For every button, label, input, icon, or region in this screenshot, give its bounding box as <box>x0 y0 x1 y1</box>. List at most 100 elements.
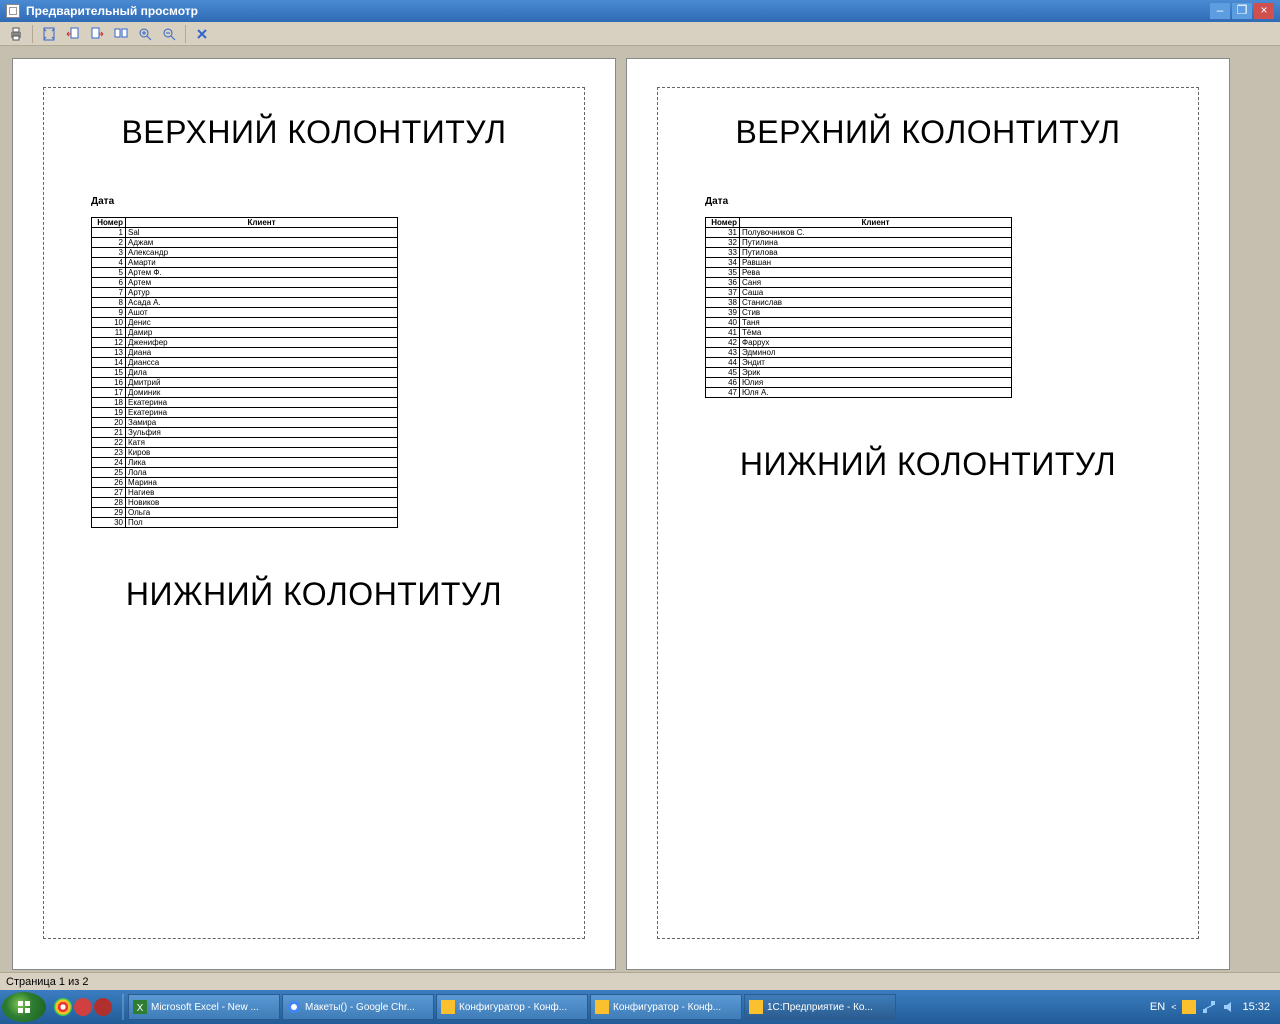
cell-num: 46 <box>706 378 740 388</box>
cell-client: Замира <box>126 418 398 428</box>
clock[interactable]: 15:32 <box>1242 1001 1270 1013</box>
table-row: 18Екатерина <box>92 398 398 408</box>
preview-page-1: ВЕРХНИЙ КОЛОНТИТУЛ Дата Номер Клиент 1Sa… <box>12 58 616 970</box>
close-button[interactable]: × <box>1254 3 1274 19</box>
table-row: 28Новиков <box>92 498 398 508</box>
preview-page-2: ВЕРХНИЙ КОЛОНТИТУЛ Дата Номер Клиент 31П… <box>626 58 1230 970</box>
status-text: Страница 1 из 2 <box>6 976 88 988</box>
cell-client: Амарти <box>126 258 398 268</box>
cell-num: 2 <box>92 238 126 248</box>
taskbar-item[interactable]: X Microsoft Excel - New ... <box>128 994 280 1020</box>
cell-num: 27 <box>92 488 126 498</box>
start-button[interactable] <box>2 992 46 1022</box>
cell-client: Полувочников С. <box>740 228 1012 238</box>
minimize-button[interactable]: – <box>1210 3 1230 19</box>
cell-num: 8 <box>92 298 126 308</box>
table-row: 47Юля А. <box>706 388 1012 398</box>
cell-num: 6 <box>92 278 126 288</box>
cell-client: Стив <box>740 308 1012 318</box>
cell-client: Дамир <box>126 328 398 338</box>
cell-num: 15 <box>92 368 126 378</box>
taskbar-item-label: Microsoft Excel - New ... <box>151 1002 259 1013</box>
data-table-1: Номер Клиент 1Sal2Аджам3Александр4Амарти… <box>91 217 398 528</box>
cell-client: Пол <box>126 518 398 528</box>
table-row: 10Денис <box>92 318 398 328</box>
table-row: 11Дамир <box>92 328 398 338</box>
cell-client: Эрик <box>740 368 1012 378</box>
cell-client: Артем Ф. <box>126 268 398 278</box>
table-row: 33Путилова <box>706 248 1012 258</box>
cell-num: 9 <box>92 308 126 318</box>
preview-area[interactable]: ВЕРХНИЙ КОЛОНТИТУЛ Дата Номер Клиент 1Sa… <box>0 46 1280 972</box>
col-header-num: Номер <box>706 218 740 228</box>
table-row: 14Диансса <box>92 358 398 368</box>
table-row: 17Доминик <box>92 388 398 398</box>
table-row: 21Зульфия <box>92 428 398 438</box>
taskbar-item[interactable]: Макеты() - Google Chr... <box>282 994 434 1020</box>
quicklaunch-app-icon[interactable] <box>74 998 92 1016</box>
table-row: 1Sal <box>92 228 398 238</box>
prev-page-button[interactable] <box>63 24 83 44</box>
quicklaunch-opera-icon[interactable] <box>94 998 112 1016</box>
cell-client: Лола <box>126 468 398 478</box>
cell-num: 44 <box>706 358 740 368</box>
col-header-client: Клиент <box>126 218 398 228</box>
system-tray: EN < 15:32 <box>1142 1000 1278 1014</box>
cell-num: 31 <box>706 228 740 238</box>
tray-volume-icon[interactable] <box>1222 1000 1236 1014</box>
excel-icon: X <box>133 1000 147 1014</box>
cell-num: 22 <box>92 438 126 448</box>
col-header-num: Номер <box>92 218 126 228</box>
tray-chevron-icon[interactable]: < <box>1171 1002 1176 1012</box>
1c-icon <box>595 1000 609 1014</box>
table-row: 8Асада А. <box>92 298 398 308</box>
zoom-in-button[interactable] <box>135 24 155 44</box>
cell-num: 5 <box>92 268 126 278</box>
table-row: 45Эрик <box>706 368 1012 378</box>
cell-num: 17 <box>92 388 126 398</box>
table-row: 20Замира <box>92 418 398 428</box>
cell-num: 28 <box>92 498 126 508</box>
taskbar-item[interactable]: Конфигуратор - Конф... <box>590 994 742 1020</box>
restore-button[interactable]: ❐ <box>1232 3 1252 19</box>
taskbar-item[interactable]: Конфигуратор - Конф... <box>436 994 588 1020</box>
table-row: 37Саша <box>706 288 1012 298</box>
fit-page-button[interactable] <box>39 24 59 44</box>
page-footer: НИЖНИЙ КОЛОНТИТУЛ <box>39 576 589 613</box>
language-indicator[interactable]: EN <box>1150 1001 1165 1013</box>
tray-network-icon[interactable] <box>1202 1000 1216 1014</box>
cell-client: Тёма <box>740 328 1012 338</box>
cell-client: Александр <box>126 248 398 258</box>
tray-1c-icon[interactable] <box>1182 1000 1196 1014</box>
svg-text:X: X <box>137 1003 144 1014</box>
table-row: 43Эдминол <box>706 348 1012 358</box>
taskbar-item-label: Макеты() - Google Chr... <box>305 1002 415 1013</box>
table-row: 19Екатерина <box>92 408 398 418</box>
table-row: 23Киров <box>92 448 398 458</box>
cell-num: 19 <box>92 408 126 418</box>
cell-client: Зульфия <box>126 428 398 438</box>
table-row: 27Нагиев <box>92 488 398 498</box>
cell-num: 45 <box>706 368 740 378</box>
zoom-out-button[interactable] <box>159 24 179 44</box>
print-button[interactable] <box>6 24 26 44</box>
page-footer: НИЖНИЙ КОЛОНТИТУЛ <box>653 446 1203 483</box>
cell-client: Диансса <box>126 358 398 368</box>
table-row: 6Артем <box>92 278 398 288</box>
cell-client: Фаррух <box>740 338 1012 348</box>
cell-client: Юля А. <box>740 388 1012 398</box>
close-preview-button[interactable] <box>192 24 212 44</box>
cell-client: Диана <box>126 348 398 358</box>
table-row: 46Юлия <box>706 378 1012 388</box>
table-row: 36Саня <box>706 278 1012 288</box>
table-row: 5Артем Ф. <box>92 268 398 278</box>
taskbar-item[interactable]: 1С:Предприятие - Ко... <box>744 994 896 1020</box>
quicklaunch-chrome-icon[interactable] <box>54 998 72 1016</box>
cell-num: 24 <box>92 458 126 468</box>
multipage-button[interactable] <box>111 24 131 44</box>
cell-client: Лика <box>126 458 398 468</box>
taskbar-item-label: Конфигуратор - Конф... <box>613 1002 721 1013</box>
page-header: ВЕРХНИЙ КОЛОНТИТУЛ <box>653 114 1203 151</box>
next-page-button[interactable] <box>87 24 107 44</box>
cell-client: Дмитрий <box>126 378 398 388</box>
